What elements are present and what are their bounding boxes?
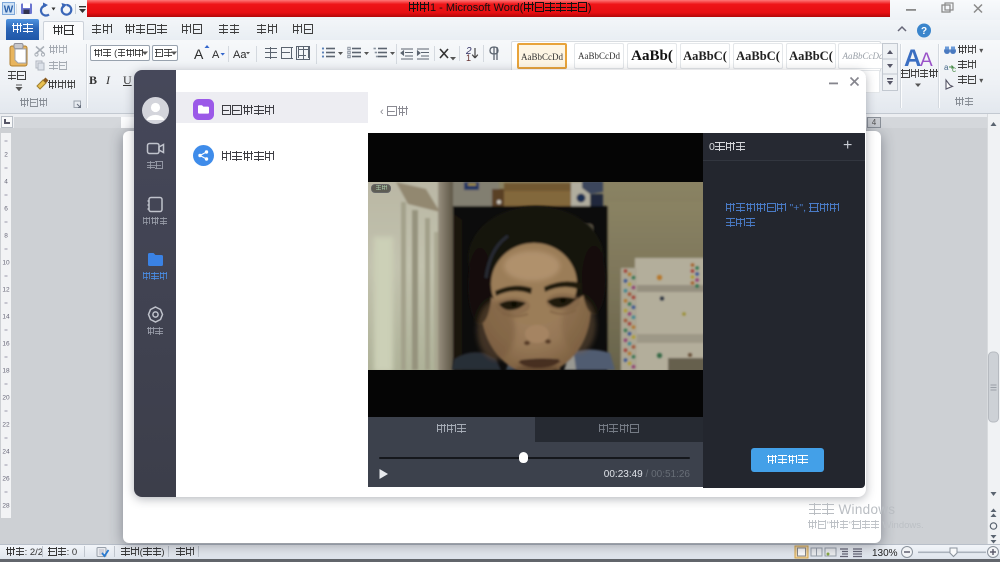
svg-text:A: A (194, 46, 204, 62)
svg-text:A: A (920, 50, 933, 70)
svg-text:26: 26 (2, 476, 10, 483)
svg-text:10: 10 (2, 260, 10, 267)
svg-text:6: 6 (4, 206, 8, 213)
svg-text:W: W (4, 5, 14, 16)
svg-text:A: A (212, 49, 220, 61)
svg-text:16: 16 (2, 341, 10, 348)
svg-text:Aa: Aa (233, 49, 247, 61)
svg-text:24: 24 (2, 449, 10, 456)
svg-text:?: ? (921, 26, 927, 37)
svg-text:2: 2 (4, 152, 8, 159)
svg-text:22: 22 (2, 422, 10, 429)
svg-text:A: A (904, 45, 921, 70)
svg-text:130%: 130% (872, 548, 898, 559)
svg-text:14: 14 (2, 314, 10, 321)
svg-text:a: a (944, 63, 949, 72)
svg-text:8: 8 (4, 233, 8, 240)
svg-text:1: 1 (466, 53, 471, 63)
svg-text:28: 28 (2, 503, 10, 510)
svg-text:18: 18 (2, 368, 10, 375)
svg-text:c: c (952, 65, 956, 74)
svg-text:12: 12 (2, 287, 10, 294)
svg-text:20: 20 (2, 395, 10, 402)
svg-text:4: 4 (4, 179, 8, 186)
